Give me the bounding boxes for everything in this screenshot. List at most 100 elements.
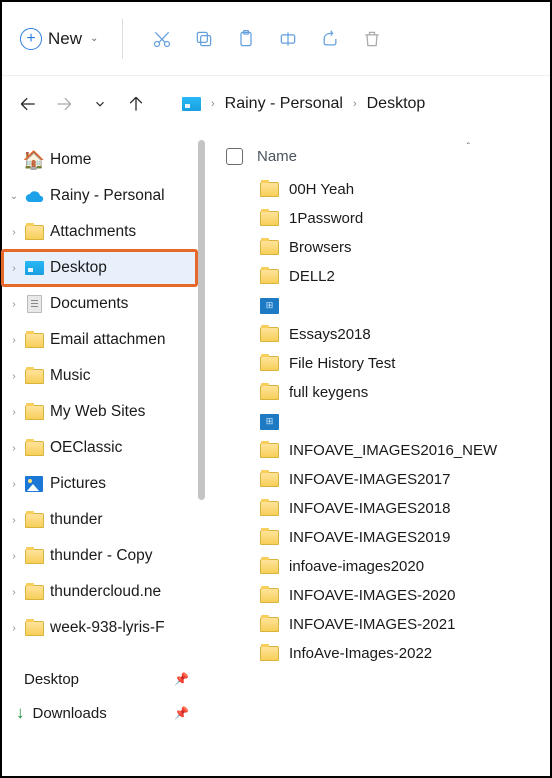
- sidebar-item[interactable]: ›Music: [2, 358, 197, 394]
- scrollbar[interactable]: [198, 140, 205, 500]
- sidebar-item[interactable]: ›Pictures: [2, 466, 197, 502]
- back-button[interactable]: [10, 86, 46, 122]
- expand-icon[interactable]: ⌄: [6, 191, 22, 202]
- pin-icon[interactable]: 📌: [174, 672, 189, 686]
- file-row[interactable]: full keygens: [198, 378, 550, 407]
- file-row[interactable]: File History Test: [198, 349, 550, 378]
- cut-icon[interactable]: [141, 19, 183, 59]
- sidebar-item-label: Attachments: [50, 223, 136, 241]
- cloud-icon: [24, 187, 44, 206]
- expand-icon[interactable]: ›: [6, 371, 22, 382]
- expand-icon[interactable]: ›: [6, 515, 22, 526]
- recent-dropdown[interactable]: [82, 86, 118, 122]
- expand-icon[interactable]: ›: [6, 299, 22, 310]
- file-name: INFOAVE-IMAGES2017: [289, 471, 450, 488]
- file-row[interactable]: ⊞: [198, 407, 550, 436]
- file-row[interactable]: INFOAVE-IMAGES-2020: [198, 581, 550, 610]
- sidebar-item[interactable]: › Desktop: [2, 250, 197, 286]
- folder-icon: [260, 385, 279, 400]
- sidebar-item-label: Desktop: [50, 259, 107, 277]
- sidebar-item-label: thunder: [50, 511, 103, 529]
- folder-icon: [260, 646, 279, 661]
- sidebar-item[interactable]: ›Documents: [2, 286, 197, 322]
- sidebar-item-label: Email attachmen: [50, 331, 165, 349]
- sidebar-item[interactable]: ›thundercloud.ne: [2, 574, 197, 610]
- quick-access-label: Desktop: [24, 671, 79, 688]
- file-name: infoave-images2020: [289, 558, 424, 575]
- sidebar-item-label: OEClassic: [50, 439, 122, 457]
- file-row[interactable]: Browsers: [198, 233, 550, 262]
- share-icon[interactable]: [309, 19, 351, 59]
- file-row[interactable]: INFOAVE-IMAGES2019: [198, 523, 550, 552]
- column-header[interactable]: Name ˆ: [198, 142, 550, 175]
- sidebar-item[interactable]: ›week-938-lyris-F: [2, 610, 197, 646]
- quick-access-item[interactable]: ↓Downloads📌: [2, 696, 197, 730]
- sidebar-root[interactable]: ⌄ Rainy - Personal: [2, 178, 197, 214]
- file-row[interactable]: 00H Yeah: [198, 175, 550, 204]
- sidebar-item[interactable]: › thunder: [2, 502, 197, 538]
- pin-icon[interactable]: 📌: [174, 706, 189, 720]
- folder-icon: [25, 585, 44, 600]
- toolbar: + New ⌄: [2, 2, 550, 76]
- file-row[interactable]: ⊞: [198, 291, 550, 320]
- paste-icon[interactable]: [225, 19, 267, 59]
- pictures-icon: [25, 476, 43, 492]
- file-name: INFOAVE-IMAGES2019: [289, 529, 450, 546]
- expand-icon[interactable]: ›: [6, 623, 22, 634]
- file-row[interactable]: INFOAVE-IMAGES2018: [198, 494, 550, 523]
- sidebar-item[interactable]: › OEClassic: [2, 430, 197, 466]
- file-pane: Name ˆ 00H Yeah 1Password Browsers DELL2 ⊞ Es…: [198, 132, 550, 776]
- forward-button[interactable]: [46, 86, 82, 122]
- select-all-checkbox[interactable]: [226, 148, 243, 165]
- expand-icon[interactable]: ›: [6, 335, 22, 346]
- up-button[interactable]: [118, 86, 154, 122]
- sidebar-item[interactable]: ›My Web Sites: [2, 394, 197, 430]
- folder-icon: [25, 441, 44, 456]
- file-row[interactable]: INFOAVE_IMAGES2016_NEW: [198, 436, 550, 465]
- breadcrumb[interactable]: › Rainy - Personal › Desktop: [182, 95, 425, 113]
- expand-icon[interactable]: ›: [6, 443, 22, 454]
- expand-icon[interactable]: ›: [6, 227, 22, 238]
- copy-icon[interactable]: [183, 19, 225, 59]
- new-button[interactable]: + New ⌄: [10, 22, 108, 56]
- sidebar-home[interactable]: 🏠 Home: [2, 142, 197, 178]
- rename-icon[interactable]: [267, 19, 309, 59]
- file-name: INFOAVE-IMAGES2018: [289, 500, 450, 517]
- breadcrumb-part[interactable]: Desktop: [367, 95, 426, 113]
- plus-icon: +: [20, 28, 42, 50]
- folder-icon: [260, 327, 279, 342]
- file-row[interactable]: 1Password: [198, 204, 550, 233]
- expand-icon[interactable]: ›: [6, 479, 22, 490]
- file-name: Browsers: [289, 239, 352, 256]
- file-name: 1Password: [289, 210, 363, 227]
- sidebar-item-label: Home: [50, 151, 91, 169]
- expand-icon[interactable]: ›: [6, 263, 22, 274]
- chevron-right-icon: ›: [353, 98, 357, 110]
- folder-icon: [260, 588, 279, 603]
- file-row[interactable]: INFOAVE-IMAGES2017: [198, 465, 550, 494]
- name-column-header[interactable]: Name: [257, 148, 297, 165]
- home-icon: 🏠: [24, 150, 44, 171]
- folder-icon: [260, 617, 279, 632]
- folder-icon: [260, 182, 279, 197]
- sidebar-item[interactable]: › Email attachmen: [2, 322, 197, 358]
- expand-icon[interactable]: ›: [6, 551, 22, 562]
- sidebar-item[interactable]: ›thunder - Copy: [2, 538, 197, 574]
- sidebar-item[interactable]: › Attachments: [2, 214, 197, 250]
- control-panel-icon: ⊞: [260, 298, 279, 314]
- quick-access-item[interactable]: Desktop 📌: [2, 662, 197, 696]
- folder-icon: [25, 405, 44, 420]
- file-row[interactable]: DELL2: [198, 262, 550, 291]
- delete-icon[interactable]: [351, 19, 393, 59]
- control-panel-icon: ⊞: [260, 414, 279, 430]
- expand-icon[interactable]: ›: [6, 587, 22, 598]
- file-row[interactable]: INFOAVE-IMAGES-2021: [198, 610, 550, 639]
- chevron-down-icon: ⌄: [90, 33, 98, 44]
- expand-icon[interactable]: ›: [6, 407, 22, 418]
- folder-icon: [260, 211, 279, 226]
- file-row[interactable]: InfoAve-Images-2022: [198, 639, 550, 668]
- file-row[interactable]: infoave-images2020: [198, 552, 550, 581]
- file-row[interactable]: Essays2018: [198, 320, 550, 349]
- sidebar-item-label: Rainy - Personal: [50, 187, 165, 205]
- breadcrumb-part[interactable]: Rainy - Personal: [225, 95, 343, 113]
